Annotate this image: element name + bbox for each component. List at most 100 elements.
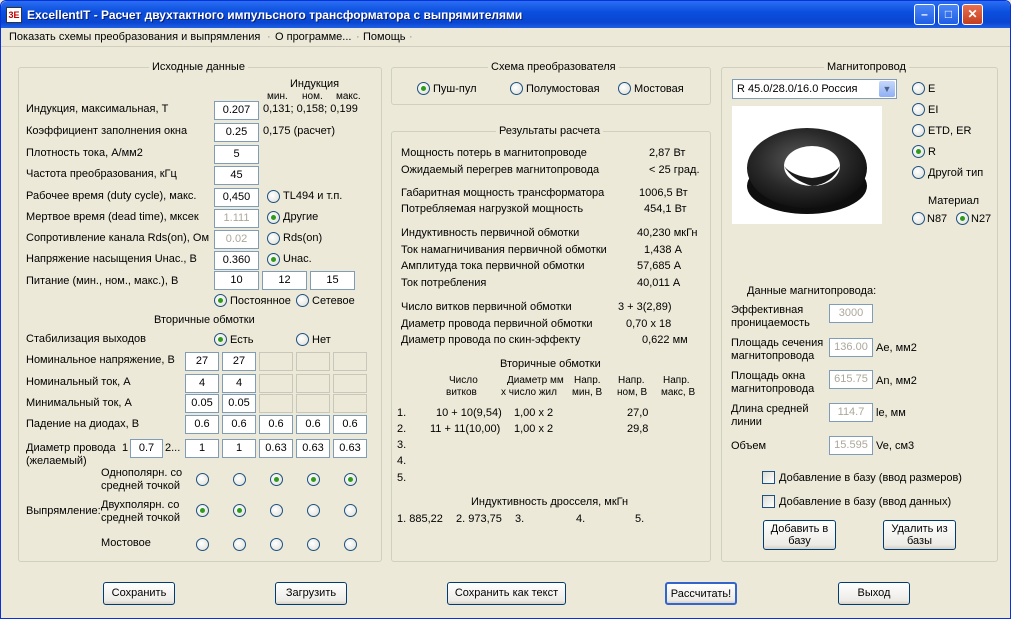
rect-bridge-radio-3[interactable] — [270, 538, 283, 551]
material-n87-radio[interactable] — [912, 212, 925, 225]
dead-time-input[interactable]: 1.111 — [214, 209, 259, 228]
load-button[interactable]: Загрузить — [275, 582, 347, 605]
supply-nom-input[interactable]: 12 — [262, 271, 307, 290]
rect-bridge-radio-5[interactable] — [344, 538, 357, 551]
core-area-field[interactable]: 136.00 — [829, 338, 873, 357]
wire-sec-1[interactable]: 1 — [185, 439, 219, 458]
add-to-db-button[interactable]: Добавить в базу — [763, 520, 836, 550]
stab-yes-radio[interactable] — [214, 333, 227, 346]
wire-sec-3[interactable]: 0.63 — [259, 439, 293, 458]
sec-diode-4[interactable]: 0.6 — [296, 415, 330, 434]
sec-inom-2[interactable]: 4 — [222, 374, 256, 393]
sec-inom-1[interactable]: 4 — [185, 374, 219, 393]
result-label: Амплитуда тока первичной обмотки — [401, 260, 585, 272]
exit-button[interactable]: Выход — [838, 582, 910, 605]
sec-imin-3[interactable] — [259, 394, 293, 413]
current-density-input[interactable]: 5 — [214, 145, 259, 164]
stab-no-radio[interactable] — [296, 333, 309, 346]
controller-tl494-radio[interactable] — [267, 190, 280, 203]
wire-sec-5[interactable]: 0.63 — [333, 439, 367, 458]
switch-usat-label: Uнас. — [283, 253, 312, 265]
scheme-pushpull-label: Пуш-пул — [433, 83, 477, 95]
result-value: 3 + 3(2,89) — [618, 301, 672, 313]
rect-bridge-radio-1[interactable] — [196, 538, 209, 551]
wire-primary-input[interactable]: 0.7 — [130, 439, 163, 458]
sec-vnom-2[interactable]: 27 — [222, 352, 256, 371]
rect-uni-radio-3[interactable] — [270, 473, 283, 486]
sec-inom-5[interactable] — [333, 374, 367, 393]
core-type-e-radio[interactable] — [912, 82, 925, 95]
sec-imin-5[interactable] — [333, 394, 367, 413]
rect-uni-radio-5[interactable] — [344, 473, 357, 486]
rect-bridge-radio-4[interactable] — [307, 538, 320, 551]
core-type-etd-radio[interactable] — [912, 124, 925, 137]
sec-diode-2[interactable]: 0.6 — [222, 415, 256, 434]
scheme-halfbridge-radio[interactable] — [510, 82, 523, 95]
result-label: Индуктивность первичной обмотки — [401, 227, 580, 239]
sec-inom-3[interactable] — [259, 374, 293, 393]
path-length-field[interactable]: 114.7 — [829, 403, 873, 422]
core-param-label-2: магнитопровода — [731, 350, 815, 362]
wire-primary-n: 1 — [122, 442, 129, 454]
sec-imin-4[interactable] — [296, 394, 330, 413]
window-area-field[interactable]: 615.75 — [829, 370, 873, 389]
wire-sec-2[interactable]: 1 — [222, 439, 256, 458]
sec-imin-2[interactable]: 0.05 — [222, 394, 256, 413]
controller-other-radio[interactable] — [267, 211, 280, 224]
rect-bi-radio-5[interactable] — [344, 504, 357, 517]
switch-rdson-radio[interactable] — [267, 232, 280, 245]
db-add-data-checkbox[interactable] — [762, 495, 775, 508]
permeability-field[interactable]: 3000 — [829, 304, 873, 323]
sec-diode-1[interactable]: 0.6 — [185, 415, 219, 434]
rect-bi-radio-1[interactable] — [196, 504, 209, 517]
core-select[interactable]: R 45.0/28.0/16.0 Россия ▼ — [732, 79, 897, 99]
delete-from-db-button[interactable]: Удалить из базы — [883, 520, 956, 550]
material-n27-radio[interactable] — [956, 212, 969, 225]
rect-bi-radio-2[interactable] — [233, 504, 246, 517]
save-button[interactable]: Сохранить — [103, 582, 175, 605]
rect-uni-radio-4[interactable] — [307, 473, 320, 486]
sec-vnom-1[interactable]: 27 — [185, 352, 219, 371]
sec-vnom-3[interactable] — [259, 352, 293, 371]
supply-min-input[interactable]: 10 — [214, 271, 259, 290]
switch-usat-radio[interactable] — [267, 253, 280, 266]
sec-inom-4[interactable] — [296, 374, 330, 393]
sec-diode-5[interactable]: 0.6 — [333, 415, 367, 434]
db-add-size-checkbox[interactable] — [762, 471, 775, 484]
rect-bridge-radio-2[interactable] — [233, 538, 246, 551]
chevron-down-icon[interactable]: ▼ — [879, 81, 895, 97]
supply-mains-radio[interactable] — [296, 294, 309, 307]
scheme-pushpull-radio[interactable] — [417, 82, 430, 95]
rect-uni-radio-1[interactable] — [196, 473, 209, 486]
sec-vnom-4[interactable] — [296, 352, 330, 371]
menu-show-schemes[interactable]: Показать схемы преобразования и выпрямле… — [9, 31, 260, 43]
menu-about[interactable]: О программе... — [275, 31, 351, 43]
sec-vnom-5[interactable] — [333, 352, 367, 371]
calculate-button[interactable]: Рассчитать! — [665, 582, 737, 605]
close-button[interactable]: ✕ — [962, 4, 983, 25]
rds-on-input[interactable]: 0.02 — [214, 230, 259, 249]
volume-field[interactable]: 15.595 — [829, 436, 873, 455]
core-type-ei-radio[interactable] — [912, 103, 925, 116]
frequency-input[interactable]: 45 — [214, 166, 259, 185]
maximize-button[interactable]: □ — [938, 4, 959, 25]
max-induction-input[interactable]: 0.207 — [214, 101, 259, 120]
rect-uni-radio-2[interactable] — [233, 473, 246, 486]
wire-sec-4[interactable]: 0.63 — [296, 439, 330, 458]
save-as-text-button[interactable]: Сохранить как текст — [447, 582, 566, 605]
core-select-value: R 45.0/28.0/16.0 Россия — [737, 83, 858, 95]
sec-diode-3[interactable]: 0.6 — [259, 415, 293, 434]
duty-cycle-input[interactable]: 0,450 — [214, 188, 259, 207]
sec-imin-1[interactable]: 0.05 — [185, 394, 219, 413]
minimize-button[interactable]: – — [914, 4, 935, 25]
fill-factor-input[interactable]: 0.25 — [214, 123, 259, 142]
core-type-r-radio[interactable] — [912, 145, 925, 158]
rect-bi-radio-3[interactable] — [270, 504, 283, 517]
rect-bi-radio-4[interactable] — [307, 504, 320, 517]
scheme-bridge-radio[interactable] — [618, 82, 631, 95]
menu-help[interactable]: Помощь — [363, 31, 406, 43]
sat-voltage-input[interactable]: 0.360 — [214, 251, 259, 270]
core-type-other-radio[interactable] — [912, 166, 925, 179]
supply-max-input[interactable]: 15 — [310, 271, 355, 290]
supply-dc-radio[interactable] — [214, 294, 227, 307]
